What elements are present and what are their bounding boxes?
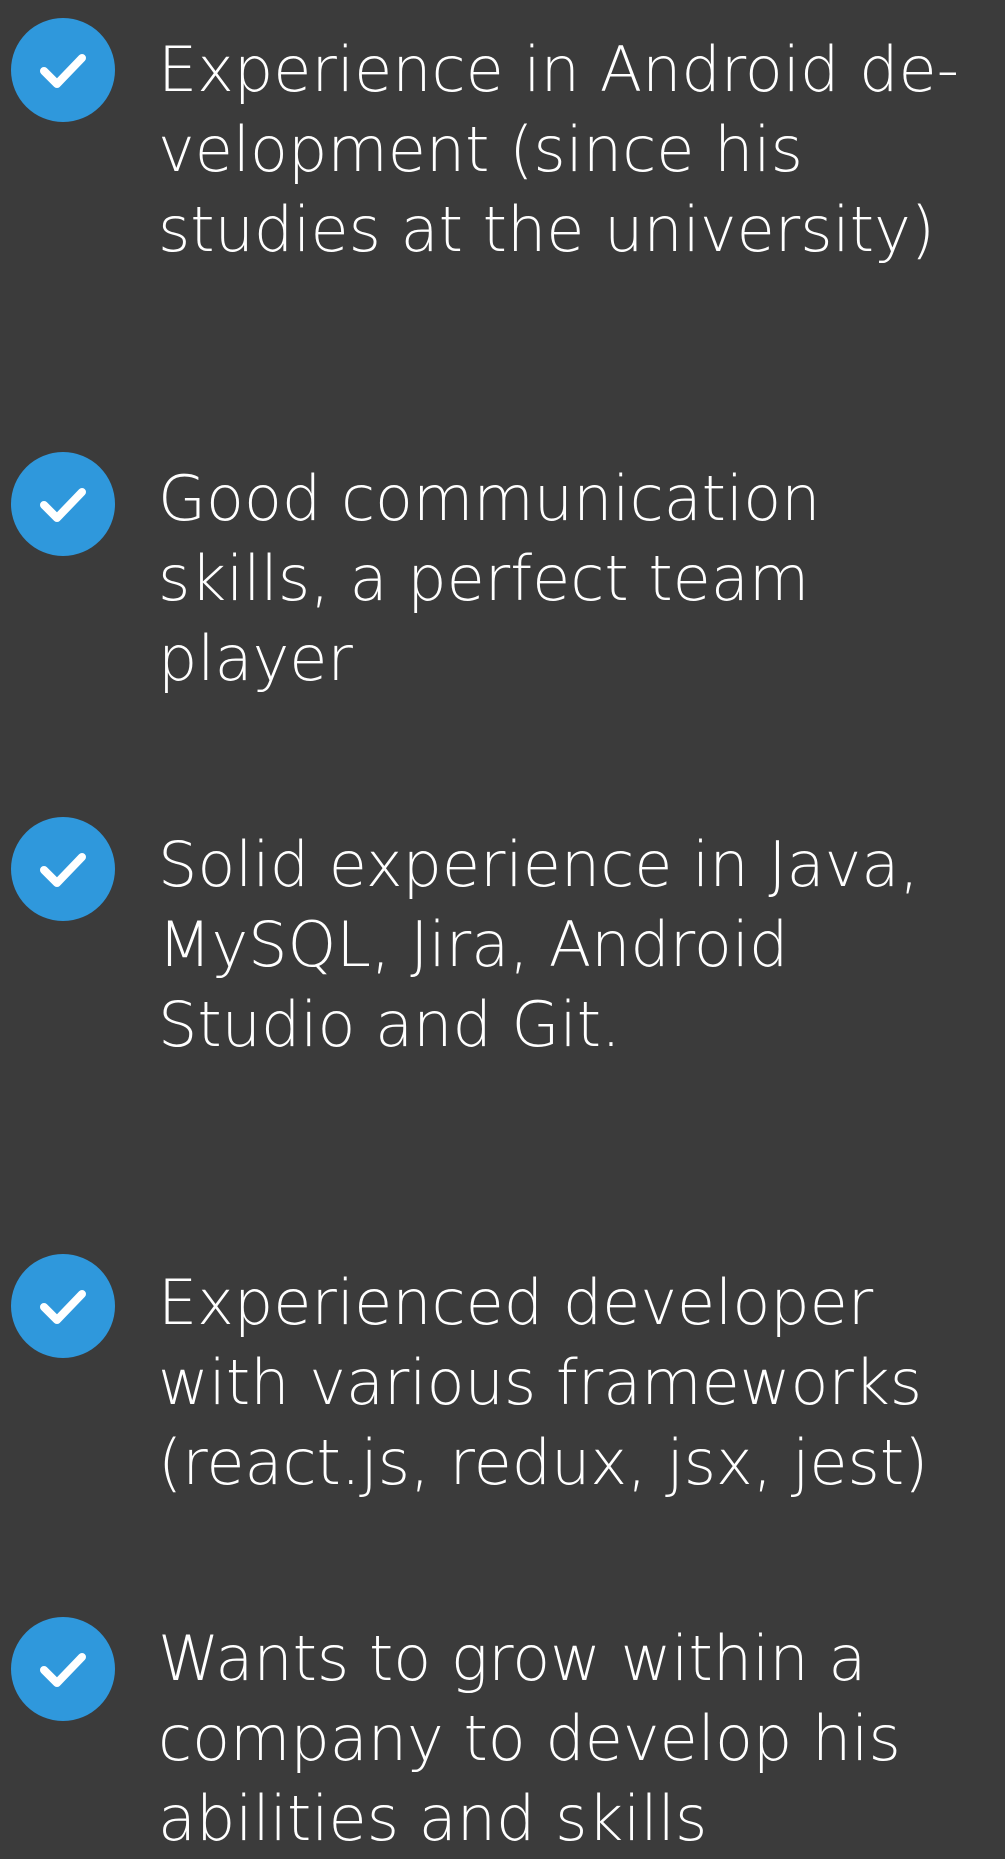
list-item-line: (react.js, redux, jsx, jest) xyxy=(158,1426,929,1499)
list-item-text: Experience in Android de- velopment (sin… xyxy=(158,30,988,270)
list-item-line: Wants to grow within a xyxy=(158,1622,867,1695)
list-item-text: Solid experience in Java, MySQL, Jira, A… xyxy=(158,825,988,1065)
list-item-line: Experience in Android de- xyxy=(158,33,959,106)
list-item-text: Experienced developer with various frame… xyxy=(158,1263,988,1503)
list-item-line: company to develop his xyxy=(158,1702,901,1775)
list-item-line: studies at the university) xyxy=(158,193,935,266)
list-item-line: player xyxy=(158,622,353,695)
list-item-text: Wants to grow within a company to develo… xyxy=(158,1619,988,1859)
check-circle-icon xyxy=(11,817,115,921)
list-item-text: Good communication skills, a perfect tea… xyxy=(158,459,988,699)
check-circle-icon xyxy=(11,452,115,556)
list-item-line: Solid experience in Java, xyxy=(158,828,920,901)
list-item-line: Good communication xyxy=(158,462,821,535)
list-item-line: velopment (since his xyxy=(158,113,803,186)
list-item-line: Studio and Git. xyxy=(158,988,621,1061)
check-circle-icon xyxy=(11,1254,115,1358)
list-item-line: abilities and skills xyxy=(158,1782,708,1855)
list-item-line: with various frameworks xyxy=(158,1346,923,1419)
list-item-line: skills, a perfect team xyxy=(158,542,810,615)
list-item-line: MySQL, Jira, Android xyxy=(158,908,789,981)
check-circle-icon xyxy=(11,1617,115,1721)
skills-checklist: Experience in Android de- velopment (sin… xyxy=(0,0,1005,1855)
check-circle-icon xyxy=(11,18,115,122)
list-item-line: Experienced developer xyxy=(158,1266,874,1339)
